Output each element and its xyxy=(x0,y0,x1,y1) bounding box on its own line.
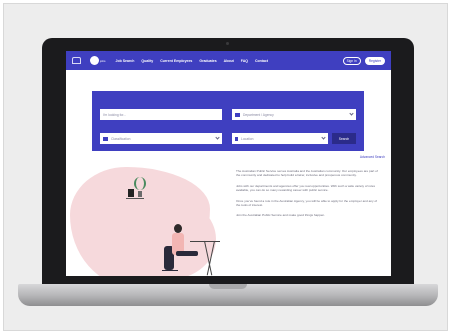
location-pin-icon xyxy=(235,136,238,141)
picture-frame-illustration xyxy=(128,189,134,197)
intro-text: The Australian Public Service serves Aus… xyxy=(236,169,381,224)
top-navigation: jobs Job Search Quality Current Employee… xyxy=(66,51,391,70)
person-head-illustration xyxy=(174,224,182,233)
person-legs-illustration xyxy=(176,251,198,256)
keyword-placeholder: I'm looking for... xyxy=(103,112,126,117)
sign-in-button[interactable]: Sign in xyxy=(342,56,361,65)
nav-links: Job Search Quality Current Employees Gra… xyxy=(116,59,339,63)
laptop-screen: jobs Job Search Quality Current Employee… xyxy=(66,51,391,276)
search-panel: I'm looking for... Department / Agency C… xyxy=(92,91,364,151)
nav-link-current-employees[interactable]: Current Employees xyxy=(160,59,192,63)
register-button[interactable]: Register xyxy=(364,56,385,65)
plant-leaves-illustration xyxy=(134,177,146,190)
nav-link-contact[interactable]: Contact xyxy=(255,59,268,63)
classification-select[interactable]: Classification xyxy=(100,133,222,144)
search-button-label: Search xyxy=(338,136,350,141)
webcam-icon xyxy=(226,42,229,45)
chair-base-illustration xyxy=(162,270,178,271)
government-crest-icon xyxy=(72,57,81,64)
chevron-down-icon xyxy=(321,135,326,140)
nav-link-quality[interactable]: Quality xyxy=(141,59,153,63)
site-logo[interactable]: jobs xyxy=(90,56,106,65)
location-select[interactable]: Location xyxy=(232,133,328,144)
logo-circle-icon xyxy=(90,56,99,65)
classification-placeholder: Classification xyxy=(111,136,131,141)
nav-link-job-search[interactable]: Job Search xyxy=(116,59,135,63)
logo-text: jobs xyxy=(100,58,106,63)
folder-icon xyxy=(103,136,108,141)
laptop-base xyxy=(18,284,438,306)
keyword-input[interactable]: I'm looking for... xyxy=(100,109,222,120)
location-placeholder: Location xyxy=(241,136,254,141)
department-placeholder: Department / Agency xyxy=(243,112,274,117)
shelf-illustration xyxy=(126,198,144,199)
nav-link-about[interactable]: About xyxy=(224,59,234,63)
nav-link-graduates[interactable]: Graduates xyxy=(199,59,216,63)
chevron-down-icon xyxy=(215,135,220,140)
laptop-lid: jobs Job Search Quality Current Employee… xyxy=(42,38,414,288)
intro-paragraph: Once you've found a role in the Australi… xyxy=(236,198,378,208)
chevron-down-icon xyxy=(349,111,354,116)
intro-paragraph: The Australian Public Service serves Aus… xyxy=(236,169,378,178)
intro-paragraph: Join the Australian Public Service and m… xyxy=(236,213,326,218)
nav-link-faq[interactable]: FAQ xyxy=(241,59,248,63)
department-select[interactable]: Department / Agency xyxy=(232,109,356,120)
laptop-notch xyxy=(209,284,247,289)
plant-pot-illustration xyxy=(138,191,142,197)
intro-paragraph: Jobs with our departments and agencies o… xyxy=(236,183,376,193)
building-icon xyxy=(235,112,240,117)
advanced-search-link[interactable]: Advanced Search xyxy=(360,155,385,159)
search-button[interactable]: Search xyxy=(332,133,356,144)
image-frame: jobs Job Search Quality Current Employee… xyxy=(3,3,448,331)
